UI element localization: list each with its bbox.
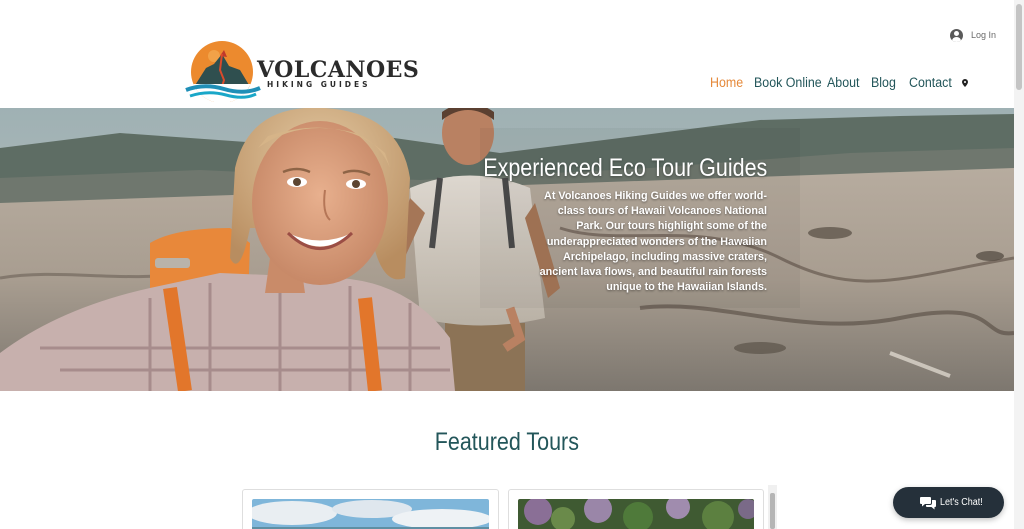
tours-scrollbar-thumb[interactable] [770, 493, 775, 529]
tour-card-image[interactable] [518, 499, 754, 529]
login-button[interactable]: Log In [950, 26, 996, 44]
hero-line: unique to the Hawaiian Islands. [606, 281, 767, 294]
login-label: Log In [971, 30, 997, 40]
lets-chat-button[interactable]: Let's Chat! [893, 487, 1004, 518]
hero-line: ancient lava flows, and beautiful rain f… [539, 266, 767, 279]
nav-blog[interactable]: Blog [871, 75, 896, 90]
hero-line: Park. Our tours highlight some of the [576, 220, 767, 233]
site-header: VOLCANOES HIKING GUIDES Log In Home Book… [0, 0, 1014, 108]
hero-line: class tours of Hawaii Volcanoes National [557, 205, 767, 218]
brand-name: VOLCANOES [257, 57, 420, 83]
brand-tagline: HIKING GUIDES [267, 80, 371, 89]
hero-line: At Volcanoes Hiking Guides we offer worl… [544, 190, 767, 202]
hero-line: Archipelago, including massive craters, [562, 250, 767, 263]
nav-about[interactable]: About [827, 75, 859, 90]
nav-home[interactable]: Home [710, 75, 743, 90]
chat-label: Let's Chat! [940, 497, 983, 508]
hero-line: underappreciated wonders of the Hawaiian [546, 235, 767, 248]
tour-card-image[interactable] [252, 499, 489, 529]
chat-bubbles-icon [920, 496, 936, 509]
user-avatar-icon [950, 28, 963, 42]
hero-banner: Experienced Eco Tour Guides At Volcanoes… [0, 108, 1014, 391]
map-pin-icon[interactable] [962, 79, 968, 87]
nav-contact[interactable]: Contact [909, 75, 952, 90]
page-scrollbar[interactable] [1014, 0, 1024, 529]
hero-photo [0, 108, 1014, 391]
nav-book-online[interactable]: Book Online [754, 75, 822, 90]
hero-title: Experienced Eco Tour Guides [482, 154, 767, 182]
tour-card[interactable] [242, 489, 499, 529]
tours-scrollbar[interactable] [768, 485, 777, 529]
tour-card[interactable] [508, 489, 764, 529]
page-scrollbar-thumb[interactable] [1016, 4, 1022, 90]
featured-tours-title: Featured Tours [434, 428, 580, 456]
hero-description: At Volcanoes Hiking Guides we offer worl… [522, 189, 767, 295]
featured-tours-heading: Featured Tours [0, 428, 1014, 457]
